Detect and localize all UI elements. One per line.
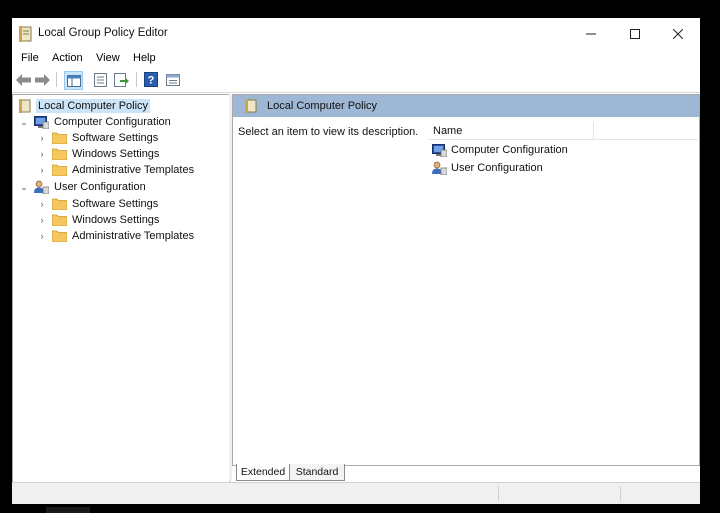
status-divider — [620, 486, 621, 501]
export-list-icon — [94, 72, 107, 87]
details-header-title: Local Computer Policy — [267, 100, 378, 112]
policy-app-icon — [19, 26, 33, 42]
folder-icon — [51, 163, 67, 177]
back-button[interactable] — [15, 71, 32, 88]
minimize-icon — [586, 33, 596, 35]
tree-item-computer-configuration[interactable]: ⌄ Computer Configuration — [19, 114, 173, 130]
folder-icon — [51, 147, 67, 161]
menu-help[interactable]: Help — [133, 52, 156, 64]
tree-item-computer-windows-settings[interactable]: › Windows Settings — [37, 146, 161, 162]
forward-arrow-icon — [35, 73, 50, 86]
list-item-label: User Configuration — [451, 162, 543, 174]
policy-scroll-icon — [17, 99, 33, 113]
computer-icon — [33, 115, 49, 129]
computer-icon — [431, 143, 447, 157]
tree-item-label: Computer Configuration — [54, 116, 171, 128]
list-item-user-configuration[interactable]: User Configuration — [431, 160, 545, 176]
back-arrow-icon — [16, 73, 31, 86]
tree-item-label: User Configuration — [54, 181, 146, 193]
tree-item-computer-software-settings[interactable]: › Software Settings — [37, 130, 160, 146]
tree-item-label: Local Computer Policy — [36, 99, 151, 113]
toolbar-separator — [56, 72, 57, 87]
properties-icon — [165, 73, 180, 86]
list-item-label: Computer Configuration — [451, 144, 568, 156]
list-item-computer-configuration[interactable]: Computer Configuration — [431, 142, 570, 158]
toolbar-separator — [136, 72, 137, 87]
menu-view[interactable]: View — [96, 52, 120, 64]
chevron-right-icon[interactable]: › — [37, 196, 47, 212]
folder-icon — [51, 229, 67, 243]
title-bar[interactable]: Local Group Policy Editor — [12, 18, 700, 50]
properties-button[interactable] — [164, 71, 181, 88]
tree-item-label: Administrative Templates — [72, 230, 195, 242]
show-hide-console-tree-icon — [66, 74, 81, 87]
tree-item-computer-administrative-templates[interactable]: › Administrative Templates — [37, 162, 196, 178]
taskbar-fragment — [46, 507, 90, 513]
open-button[interactable] — [113, 71, 130, 88]
policy-scroll-icon — [243, 99, 259, 113]
status-bar — [12, 482, 700, 504]
minimize-button[interactable] — [569, 18, 613, 50]
folder-icon — [51, 197, 67, 211]
chevron-right-icon[interactable]: › — [37, 162, 47, 178]
chevron-right-icon[interactable]: › — [37, 228, 47, 244]
details-pane: Local Computer Policy Select an item to … — [232, 94, 700, 466]
description-text: Select an item to view its description. — [238, 126, 419, 138]
forward-button[interactable] — [34, 71, 51, 88]
menu-bar: File Action View Help — [12, 50, 700, 68]
status-divider — [498, 486, 499, 501]
close-button[interactable] — [656, 18, 700, 50]
tab-standard[interactable]: Standard — [289, 464, 345, 481]
chevron-right-icon[interactable]: › — [37, 212, 47, 228]
app-window: Local Group Policy Editor File Action Vi… — [12, 18, 700, 504]
chevron-down-icon[interactable]: ⌄ — [19, 114, 29, 130]
window-title: Local Group Policy Editor — [38, 27, 168, 39]
svg-text:?: ? — [147, 75, 154, 87]
tab-extended[interactable]: Extended — [236, 464, 290, 481]
column-header-name[interactable]: Name — [433, 125, 462, 137]
close-icon — [673, 29, 683, 39]
tree-item-label: Windows Settings — [72, 214, 160, 226]
maximize-button[interactable] — [613, 18, 657, 50]
folder-icon — [51, 131, 67, 145]
details-header: Local Computer Policy — [233, 95, 699, 117]
tree-item-label: Software Settings — [72, 198, 159, 210]
show-hide-tree-button[interactable] — [64, 71, 83, 90]
user-icon — [33, 180, 49, 194]
tree-item-label: Administrative Templates — [72, 164, 195, 176]
column-divider[interactable] — [593, 122, 594, 139]
view-tabs: Extended Standard — [232, 464, 698, 482]
tree-item-label: Software Settings — [72, 132, 159, 144]
tree-item-user-configuration[interactable]: ⌄ User Configuration — [19, 179, 148, 195]
help-button[interactable]: ? — [142, 71, 159, 88]
open-icon — [114, 72, 129, 87]
help-icon: ? — [143, 72, 158, 87]
tree-item-user-software-settings[interactable]: › Software Settings — [37, 196, 160, 212]
chevron-down-icon[interactable]: ⌄ — [19, 179, 29, 195]
chevron-right-icon[interactable]: › — [37, 130, 47, 146]
menu-file[interactable]: File — [21, 52, 39, 64]
tree-item-user-windows-settings[interactable]: › Windows Settings — [37, 212, 161, 228]
export-list-button[interactable] — [92, 71, 109, 88]
user-icon — [431, 161, 447, 175]
tree-item-user-administrative-templates[interactable]: › Administrative Templates — [37, 228, 196, 244]
tree-item-local-computer-policy[interactable]: Local Computer Policy — [17, 98, 151, 114]
maximize-icon — [630, 29, 640, 39]
console-tree: Local Computer Policy ⌄ Computer Configu… — [12, 94, 230, 483]
tree-item-label: Windows Settings — [72, 148, 160, 160]
toolbar: ? — [12, 68, 700, 93]
column-header-row: Name — [428, 122, 698, 140]
menu-action[interactable]: Action — [52, 52, 83, 64]
folder-icon — [51, 213, 67, 227]
chevron-right-icon[interactable]: › — [37, 146, 47, 162]
